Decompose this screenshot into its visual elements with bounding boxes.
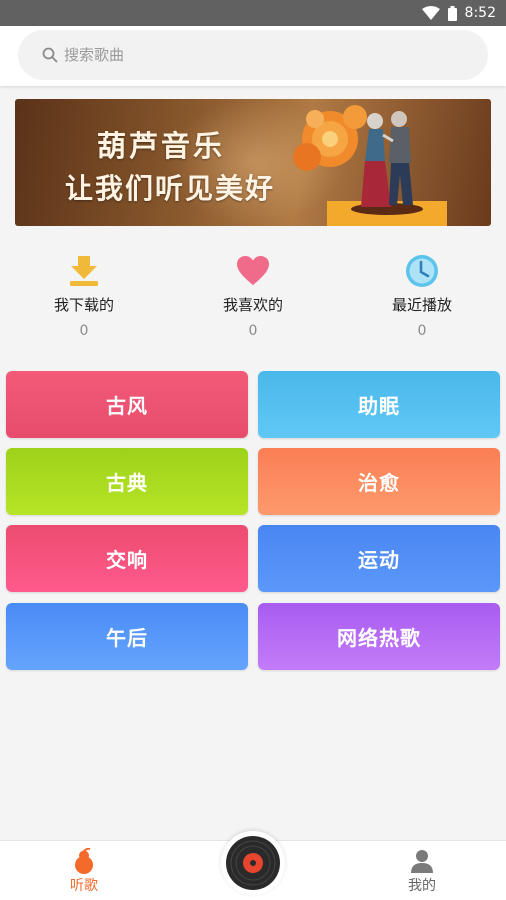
search-header <box>0 26 506 86</box>
status-bar: 8:52 <box>0 0 506 26</box>
banner[interactable]: 葫芦音乐 让我们听见美好 <box>15 99 491 226</box>
banner-subtitle: 让我们听见美好 <box>65 172 276 205</box>
favorites-label: 我喜欢的 <box>222 296 283 314</box>
player-disc-button[interactable] <box>221 831 285 895</box>
genre-button-wuhou[interactable]: 午后 <box>6 603 248 670</box>
search-icon <box>42 47 58 63</box>
quick-downloads[interactable]: 我下载的 0 <box>14 254 154 344</box>
genre-button-gudian[interactable]: 古典 <box>6 448 248 515</box>
genre-button-gufeng[interactable]: 古风 <box>6 371 248 438</box>
quick-favorites[interactable]: 我喜欢的 0 <box>183 254 323 344</box>
search-box[interactable] <box>18 30 488 80</box>
tab-listen[interactable]: 听歌 <box>44 841 124 900</box>
vinyl-record-icon <box>226 836 280 890</box>
status-time: 8:52 <box>464 5 496 21</box>
clock-icon <box>406 255 438 287</box>
recent-count: 0 <box>417 323 427 339</box>
wifi-icon <box>421 6 440 20</box>
tab-mine-label: 我的 <box>408 878 436 894</box>
gourd-icon <box>75 848 93 874</box>
genre-button-jiaoxiang[interactable]: 交响 <box>6 525 248 592</box>
user-icon <box>411 850 433 873</box>
downloads-count: 0 <box>79 323 89 339</box>
heart-icon <box>237 256 269 285</box>
favorites-count: 0 <box>248 323 258 339</box>
battery-icon <box>447 5 457 21</box>
download-icon <box>70 256 98 286</box>
banner-title: 葫芦音乐 <box>97 129 226 163</box>
dancing-couple-illustration <box>293 105 447 226</box>
genre-button-zhumian[interactable]: 助眠 <box>258 371 500 438</box>
genre-button-yundong[interactable]: 运动 <box>258 525 500 592</box>
genre-button-zhiyu[interactable]: 治愈 <box>258 448 500 515</box>
recent-label: 最近播放 <box>391 296 452 314</box>
downloads-label: 我下载的 <box>53 296 114 314</box>
genre-button-wangluo-rege[interactable]: 网络热歌 <box>258 603 500 670</box>
tab-listen-label: 听歌 <box>70 878 98 894</box>
tab-mine[interactable]: 我的 <box>382 841 462 900</box>
search-input[interactable] <box>64 46 444 64</box>
quick-recent[interactable]: 最近播放 0 <box>352 254 492 344</box>
